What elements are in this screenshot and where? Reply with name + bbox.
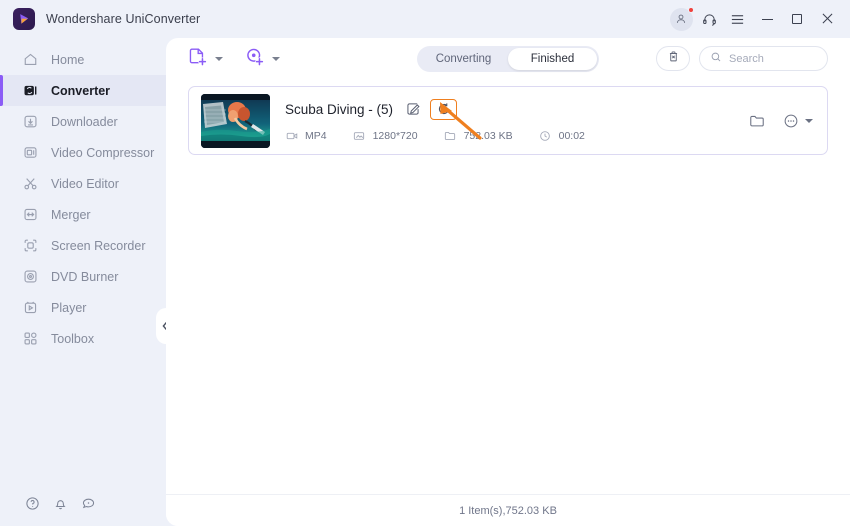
tab-finished[interactable]: Finished <box>508 48 597 70</box>
search-box[interactable] <box>699 46 828 71</box>
add-file-button[interactable] <box>188 47 223 72</box>
file-card[interactable]: Scuba Diving - (5) MP4 1280*720 752.03 K… <box>188 86 828 155</box>
file-name: Scuba Diving - (5) <box>285 101 394 117</box>
sidebar-item-screen-recorder[interactable]: Screen Recorder <box>0 230 166 261</box>
sidebar-item-label: Toolbox <box>51 331 95 346</box>
compressor-icon <box>22 144 39 161</box>
uniconverter-logo-icon <box>13 8 35 30</box>
file-actions <box>728 112 813 129</box>
sidebar-item-downloader[interactable]: Downloader <box>0 106 166 137</box>
hamburger-menu-icon[interactable] <box>724 6 750 32</box>
maximize-icon[interactable] <box>782 0 812 38</box>
chevron-down-icon[interactable] <box>215 57 223 61</box>
converter-icon <box>22 82 39 99</box>
window-controls <box>668 0 850 38</box>
toolbox-icon <box>22 330 39 347</box>
delete-all-button[interactable] <box>656 46 690 71</box>
folder-size-icon <box>444 130 457 143</box>
file-resolution-value: 1280*720 <box>372 130 418 142</box>
status-tabs: Converting Finished <box>417 46 599 72</box>
sidebar-item-player[interactable]: Player <box>0 292 166 323</box>
download-icon <box>22 113 39 130</box>
search-icon <box>710 50 722 68</box>
home-icon <box>22 51 39 68</box>
trash-icon <box>667 50 680 68</box>
minimize-icon[interactable] <box>752 0 782 38</box>
merger-icon <box>22 206 39 223</box>
app-window: Wondershare UniConverter Home Converter … <box>0 0 850 526</box>
sidebar-item-merger[interactable]: Merger <box>0 199 166 230</box>
content-panel: Converting Finished Search Scuba Diving … <box>166 38 850 526</box>
clock-icon <box>539 130 552 143</box>
sidebar-item-home[interactable]: Home <box>0 44 166 75</box>
more-options-button[interactable] <box>783 113 813 129</box>
sidebar-item-label: Converter <box>51 83 111 98</box>
disc-icon <box>22 268 39 285</box>
status-bar: 1 Item(s),752.03 KB <box>166 494 850 526</box>
file-duration-value: 00:02 <box>558 130 585 142</box>
tab-converting[interactable]: Converting <box>419 48 508 70</box>
add-disc-icon <box>245 47 265 72</box>
search-input[interactable] <box>729 52 819 65</box>
sidebar-nav: Home Converter Downloader Video Compress… <box>0 38 166 354</box>
sidebar-item-label: Screen Recorder <box>51 238 146 253</box>
sidebar-item-video-editor[interactable]: Video Editor <box>0 168 166 199</box>
title-bar: Wondershare UniConverter <box>0 0 850 38</box>
toolbar-right <box>656 46 828 71</box>
annotation-highlight-box <box>430 98 458 120</box>
sidebar-item-label: Home <box>51 52 85 67</box>
file-resolution: 1280*720 <box>353 130 418 143</box>
chevron-down-icon[interactable] <box>805 118 813 123</box>
folder-icon[interactable] <box>748 112 765 129</box>
sidebar-item-toolbox[interactable]: Toolbox <box>0 323 166 354</box>
sidebar: Home Converter Downloader Video Compress… <box>0 38 173 526</box>
file-title-row: Scuba Diving - (5) <box>285 98 728 120</box>
feedback-icon[interactable] <box>74 490 102 516</box>
sidebar-item-converter[interactable]: Converter <box>0 75 166 106</box>
file-format-value: MP4 <box>305 130 327 142</box>
notification-dot <box>687 6 694 13</box>
bell-notification-icon[interactable] <box>46 490 74 516</box>
more-options-icon <box>783 113 799 129</box>
close-icon[interactable] <box>812 0 842 38</box>
sidebar-item-label: DVD Burner <box>51 269 119 284</box>
video-format-icon <box>285 130 298 143</box>
sidebar-item-video-compressor[interactable]: Video Compressor <box>0 137 166 168</box>
status-text: 1 Item(s),752.03 KB <box>459 504 557 517</box>
player-icon <box>22 299 39 316</box>
video-thumbnail-scuba-diving <box>201 93 270 148</box>
file-info: Scuba Diving - (5) MP4 1280*720 752.03 K… <box>285 98 728 143</box>
sidebar-item-label: Video Editor <box>51 176 119 191</box>
account-avatar-icon[interactable] <box>668 6 694 32</box>
sidebar-item-dvd-burner[interactable]: DVD Burner <box>0 261 166 292</box>
headset-support-icon[interactable] <box>696 6 722 32</box>
file-size: 752.03 KB <box>444 130 513 143</box>
add-file-icon <box>188 47 208 72</box>
sidebar-item-label: Player <box>51 300 87 315</box>
file-duration: 00:02 <box>539 130 585 143</box>
edit-icon[interactable] <box>404 101 421 118</box>
screen-recorder-icon <box>22 237 39 254</box>
add-disc-button[interactable] <box>245 47 280 72</box>
chevron-down-icon[interactable] <box>272 57 280 61</box>
resolution-icon <box>353 130 366 143</box>
file-metadata-row: MP4 1280*720 752.03 KB 00:02 <box>285 130 728 143</box>
help-icon[interactable] <box>18 490 46 516</box>
toolbar: Converting Finished <box>166 38 850 80</box>
file-size-value: 752.03 KB <box>463 130 513 142</box>
file-format: MP4 <box>285 130 327 143</box>
file-list: Scuba Diving - (5) MP4 1280*720 752.03 K… <box>166 80 850 155</box>
sidebar-item-label: Downloader <box>51 114 118 129</box>
scissors-icon <box>22 175 39 192</box>
sidebar-bottom-icons <box>0 488 166 518</box>
reconvert-button-wrapper[interactable] <box>430 98 458 120</box>
sidebar-item-label: Merger <box>51 207 91 222</box>
app-title: Wondershare UniConverter <box>46 12 201 26</box>
sidebar-item-label: Video Compressor <box>51 145 155 160</box>
